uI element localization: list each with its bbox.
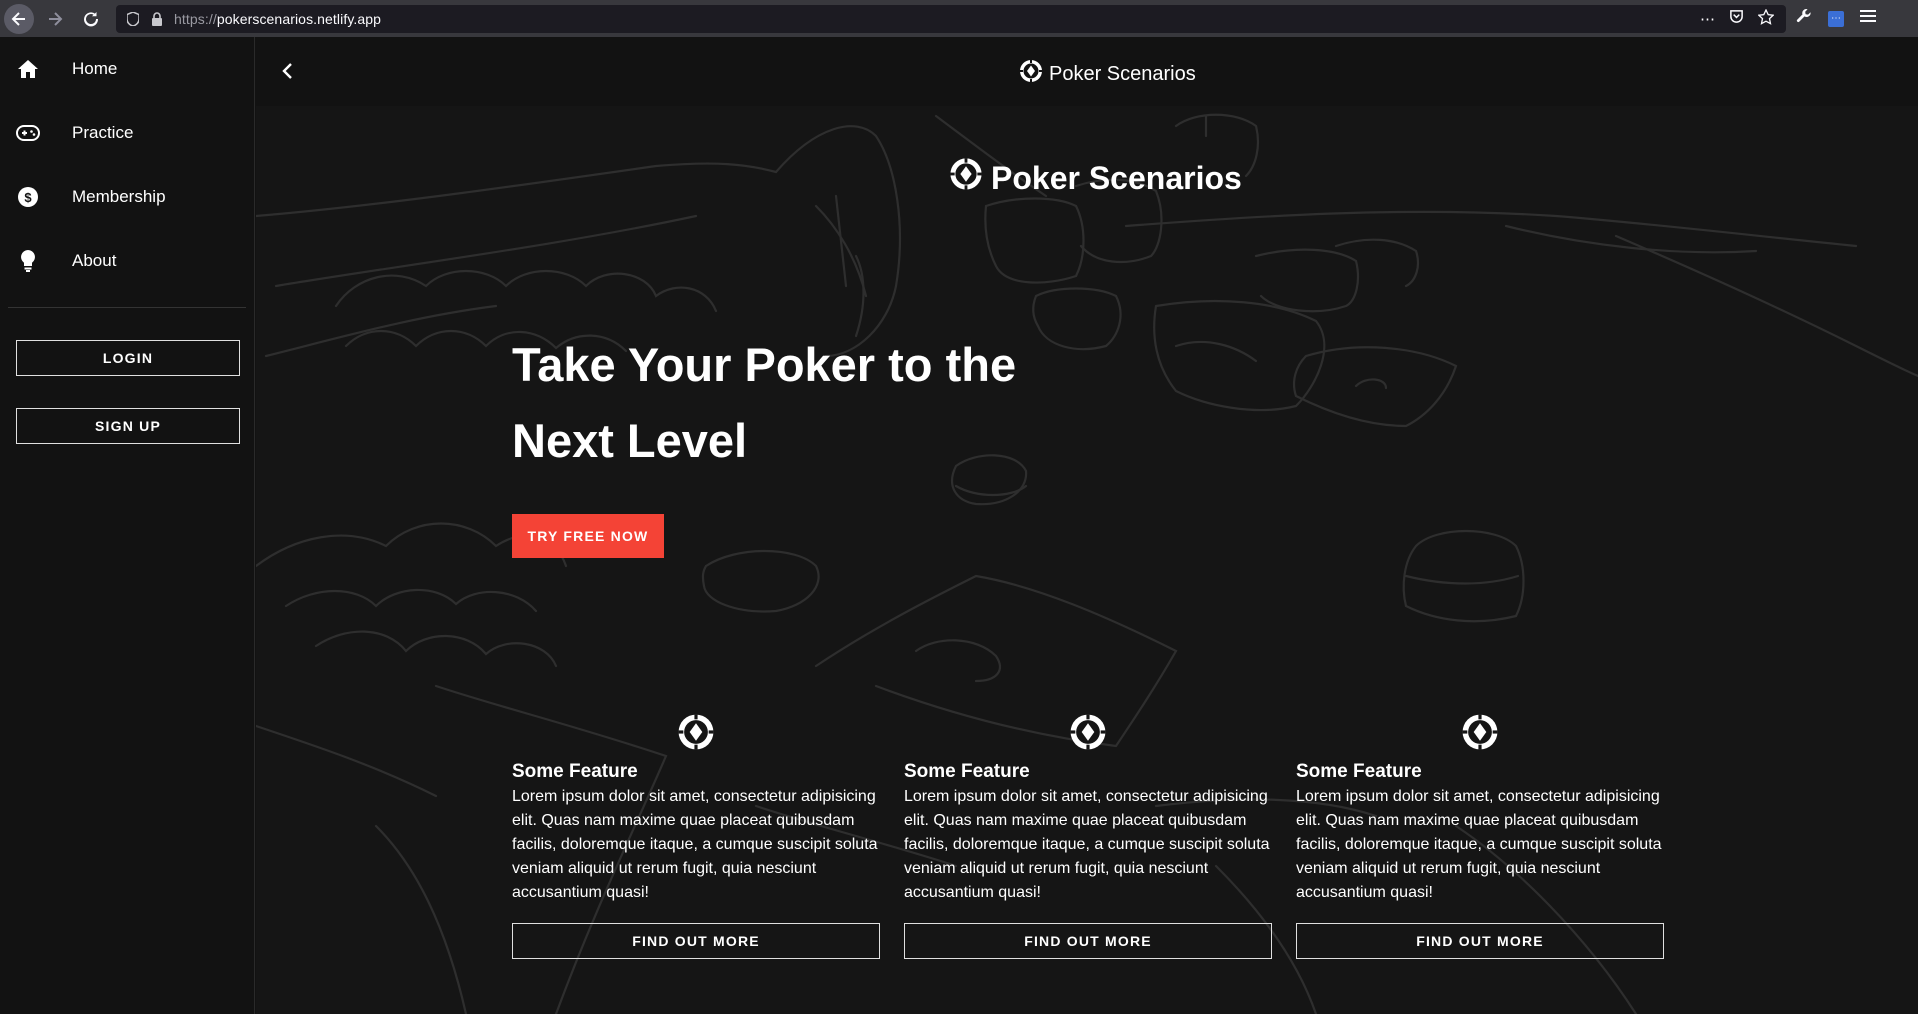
dollar-icon: $ bbox=[16, 185, 40, 209]
find-out-more-button[interactable]: FIND OUT MORE bbox=[1296, 923, 1664, 959]
feature-body: Lorem ipsum dolor sit amet, consectetur … bbox=[1296, 788, 1662, 901]
poker-chip-icon bbox=[1069, 713, 1107, 753]
login-button[interactable]: LOGIN bbox=[16, 340, 240, 376]
menu-icon[interactable] bbox=[1860, 9, 1876, 28]
url-text: https://pokerscenarios.netlify.app bbox=[174, 11, 381, 27]
forward-button[interactable] bbox=[40, 4, 70, 34]
svg-text:$: $ bbox=[24, 190, 32, 205]
reload-button[interactable] bbox=[76, 4, 106, 34]
pocket-icon[interactable] bbox=[1729, 9, 1744, 28]
sidebar-item-label: About bbox=[72, 251, 117, 270]
feature-title: Some Feature bbox=[904, 761, 1030, 782]
home-icon bbox=[16, 57, 40, 81]
feature-card: Some Feature Lorem ipsum dolor sit amet,… bbox=[1296, 713, 1664, 959]
poker-chip-icon bbox=[1019, 59, 1043, 89]
feature-card: Some Feature Lorem ipsum dolor sit amet,… bbox=[904, 713, 1272, 959]
sidebar: Home Practice $ Membership About LOGIN S… bbox=[0, 37, 255, 1014]
lightbulb-icon bbox=[16, 249, 40, 273]
topbar-title-text: Poker Scenarios bbox=[1049, 62, 1196, 85]
chevron-left-icon[interactable] bbox=[276, 59, 300, 83]
bookmark-star-icon[interactable] bbox=[1757, 7, 1775, 29]
find-out-more-button[interactable]: FIND OUT MORE bbox=[512, 923, 880, 959]
shield-icon[interactable] bbox=[126, 11, 140, 26]
back-button[interactable] bbox=[4, 3, 34, 34]
feature-title: Some Feature bbox=[1296, 761, 1422, 782]
sidebar-item-membership[interactable]: $ Membership bbox=[0, 165, 254, 229]
hero-heading: Take Your Poker to the Next Level bbox=[512, 338, 1017, 467]
extension-icon[interactable]: ⋯ bbox=[1828, 10, 1844, 27]
topbar-title: Poker Scenarios bbox=[1019, 59, 1196, 89]
sidebar-item-label: Home bbox=[72, 59, 118, 78]
arrow-left-icon bbox=[11, 11, 25, 26]
feature-card: Some Feature Lorem ipsum dolor sit amet,… bbox=[512, 713, 880, 959]
url-host: pokerscenarios.netlify.app bbox=[216, 10, 382, 27]
url-scheme: https:// bbox=[174, 10, 217, 27]
sidebar-item-practice[interactable]: Practice bbox=[0, 101, 254, 165]
reload-icon bbox=[84, 11, 99, 26]
wrench-icon[interactable] bbox=[1796, 8, 1812, 29]
signup-button[interactable]: SIGN UP bbox=[16, 408, 240, 444]
address-bar[interactable]: https://pokerscenarios.netlify.app ⋯ bbox=[116, 4, 1786, 33]
main-content: Poker Scenarios Poker Scenarios Take You… bbox=[256, 37, 1918, 1014]
arrow-right-icon bbox=[49, 11, 63, 26]
sidebar-item-about[interactable]: About bbox=[0, 229, 254, 293]
browser-toolbar: https://pokerscenarios.netlify.app ⋯ ⋯ bbox=[0, 0, 1918, 37]
try-free-button[interactable]: TRY FREE NOW bbox=[512, 514, 664, 558]
hero-logo: Poker Scenarios bbox=[949, 157, 1242, 199]
sidebar-item-label: Membership bbox=[72, 187, 166, 206]
sidebar-item-label: Practice bbox=[72, 123, 134, 142]
sidebar-item-home[interactable]: Home bbox=[0, 37, 254, 101]
hero-logo-text: Poker Scenarios bbox=[991, 159, 1242, 196]
poker-chip-icon bbox=[1461, 713, 1499, 753]
gamepad-icon bbox=[16, 121, 40, 145]
feature-body: Lorem ipsum dolor sit amet, consectetur … bbox=[512, 788, 878, 901]
feature-body: Lorem ipsum dolor sit amet, consectetur … bbox=[904, 788, 1270, 901]
lock-icon[interactable] bbox=[150, 11, 164, 26]
poker-chip-icon bbox=[949, 157, 983, 199]
find-out-more-button[interactable]: FIND OUT MORE bbox=[904, 923, 1272, 959]
feature-title: Some Feature bbox=[512, 761, 638, 782]
poker-chip-icon bbox=[677, 713, 715, 753]
page-actions-icon[interactable]: ⋯ bbox=[1700, 10, 1715, 28]
sidebar-divider bbox=[8, 307, 246, 308]
app-topbar: Poker Scenarios bbox=[256, 37, 1918, 106]
